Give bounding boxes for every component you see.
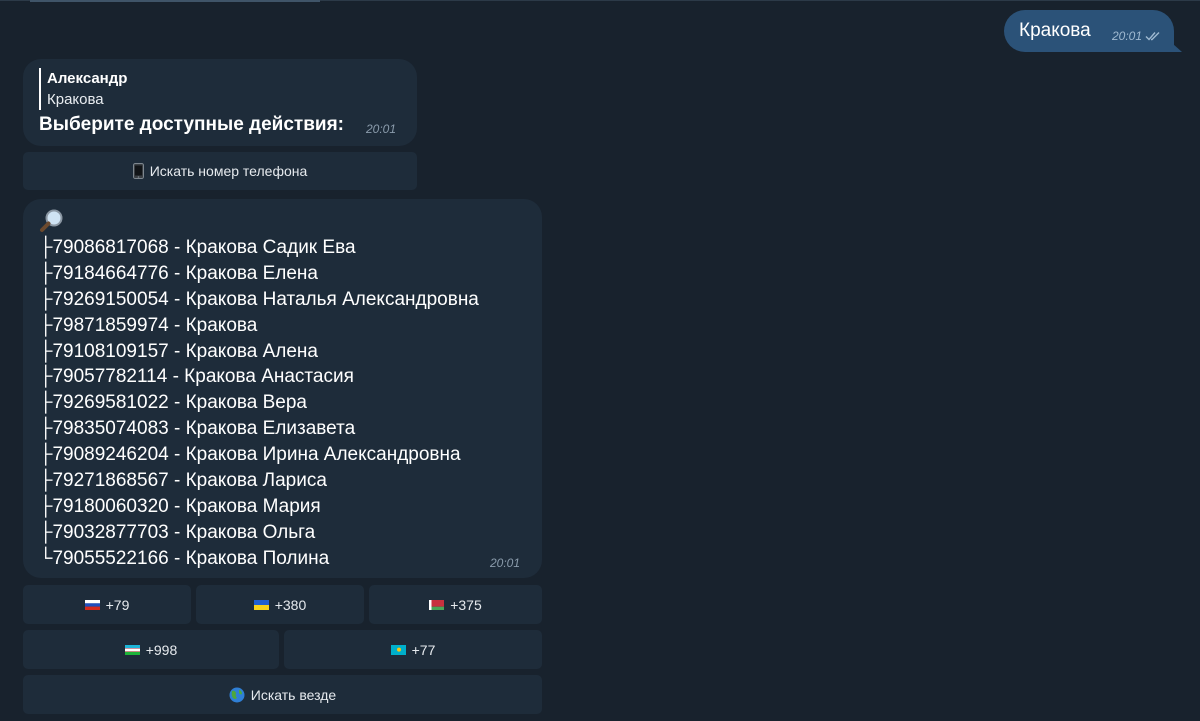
country-button-label: +79 [105,596,130,613]
reply-author: Александр [47,70,128,87]
top-divider-accent [30,0,320,2]
result-item: ├79108109157 - Кракова Алена [39,340,318,362]
double-check-icon [1145,32,1160,41]
country-button-ru[interactable]: +79 [23,585,191,624]
result-item: ├79184664776 - Кракова Елена [39,262,318,284]
outgoing-message[interactable]: Кракова 20:01 [1004,10,1174,52]
result-item: ├79269581022 - Кракова Вера [39,392,307,414]
country-button-label: +998 [145,641,178,658]
bot-message-text: Выберите доступные действия: [39,114,344,135]
russia-flag-icon [84,599,100,610]
reply-text: Кракова [47,91,104,108]
outgoing-message-meta: 20:01 [1112,29,1162,43]
result-item: ├79269150054 - Кракова Наталья Александр… [39,288,479,310]
kazakhstan-flag-icon [390,644,406,655]
country-button-kz[interactable]: +77 [284,630,542,669]
search-everywhere-label: Искать везде [250,686,337,703]
results-message-time: 20:01 [490,556,521,570]
result-item: ├79871859974 - Кракова [39,314,258,336]
outgoing-message-time: 20:01 [1111,29,1142,43]
outgoing-message-text: Кракова [1019,20,1091,41]
outgoing-message-tail [1164,36,1182,52]
search-phone-button[interactable]: Искать номер телефона [23,152,417,190]
result-item: └79055522166 - Кракова Полина [39,547,330,569]
country-button-uz[interactable]: +998 [23,630,279,669]
ukraine-flag-icon [253,599,269,610]
bot-message-time: 20:01 [366,122,397,136]
results-message[interactable]: ├79086817068 - Кракова Садик Ева ├791846… [23,199,542,578]
belarus-flag-icon [429,599,445,610]
bot-message[interactable]: Александр Кракова Выберите доступные дей… [23,59,417,146]
result-item: ├79835074083 - Кракова Елизавета [39,418,356,440]
search-everywhere-button[interactable]: Искать везде [23,675,542,714]
country-button-ua[interactable]: +380 [196,585,364,624]
result-item: ├79057782114 - Кракова Анастасия [39,366,354,388]
result-item: ├79032877703 - Кракова Ольга [39,521,316,543]
result-item: ├79086817068 - Кракова Садик Ева [39,237,356,258]
search-phone-label: Искать номер телефона [149,163,308,179]
country-button-label: +375 [450,596,482,613]
country-button-label: +380 [274,596,307,613]
globe-icon [229,687,245,703]
magnifier-icon [40,209,63,232]
phone-icon [132,163,144,179]
reply-quote[interactable]: Александр Кракова [39,68,127,110]
result-item: ├79180060320 - Кракова Мария [39,495,321,517]
uzbekistan-flag-icon [124,644,140,655]
results-list: ├79086817068 - Кракова Садик Ева ├791846… [39,235,479,572]
result-item: ├79271868567 - Кракова Лариса [39,470,327,492]
country-button-label: +77 [411,641,436,658]
result-item: ├79089246204 - Кракова Ирина Александров… [39,444,461,466]
country-button-by[interactable]: +375 [369,585,542,624]
